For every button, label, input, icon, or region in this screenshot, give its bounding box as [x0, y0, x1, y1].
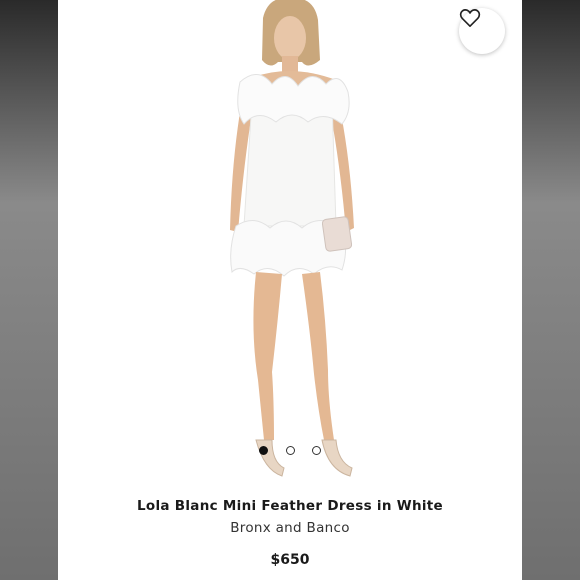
gallery-dot-1[interactable]: [259, 446, 268, 455]
model-wearing-dress-illustration: [230, 0, 354, 477]
gallery-pagination: [58, 444, 522, 458]
product-image[interactable]: [58, 0, 522, 485]
backdrop-right: [522, 0, 580, 580]
heart-outline-icon: [459, 9, 481, 27]
product-card: Lola Blanc Mini Feather Dress in White B…: [58, 0, 522, 580]
gallery-dot-3[interactable]: [312, 446, 321, 455]
backdrop-left: [0, 0, 58, 580]
product-brand[interactable]: Bronx and Banco: [58, 520, 522, 536]
gallery-dot-2[interactable]: [286, 446, 295, 455]
product-price: $650: [270, 552, 310, 568]
favorite-button[interactable]: [459, 8, 505, 54]
product-title[interactable]: Lola Blanc Mini Feather Dress in White: [58, 498, 522, 514]
